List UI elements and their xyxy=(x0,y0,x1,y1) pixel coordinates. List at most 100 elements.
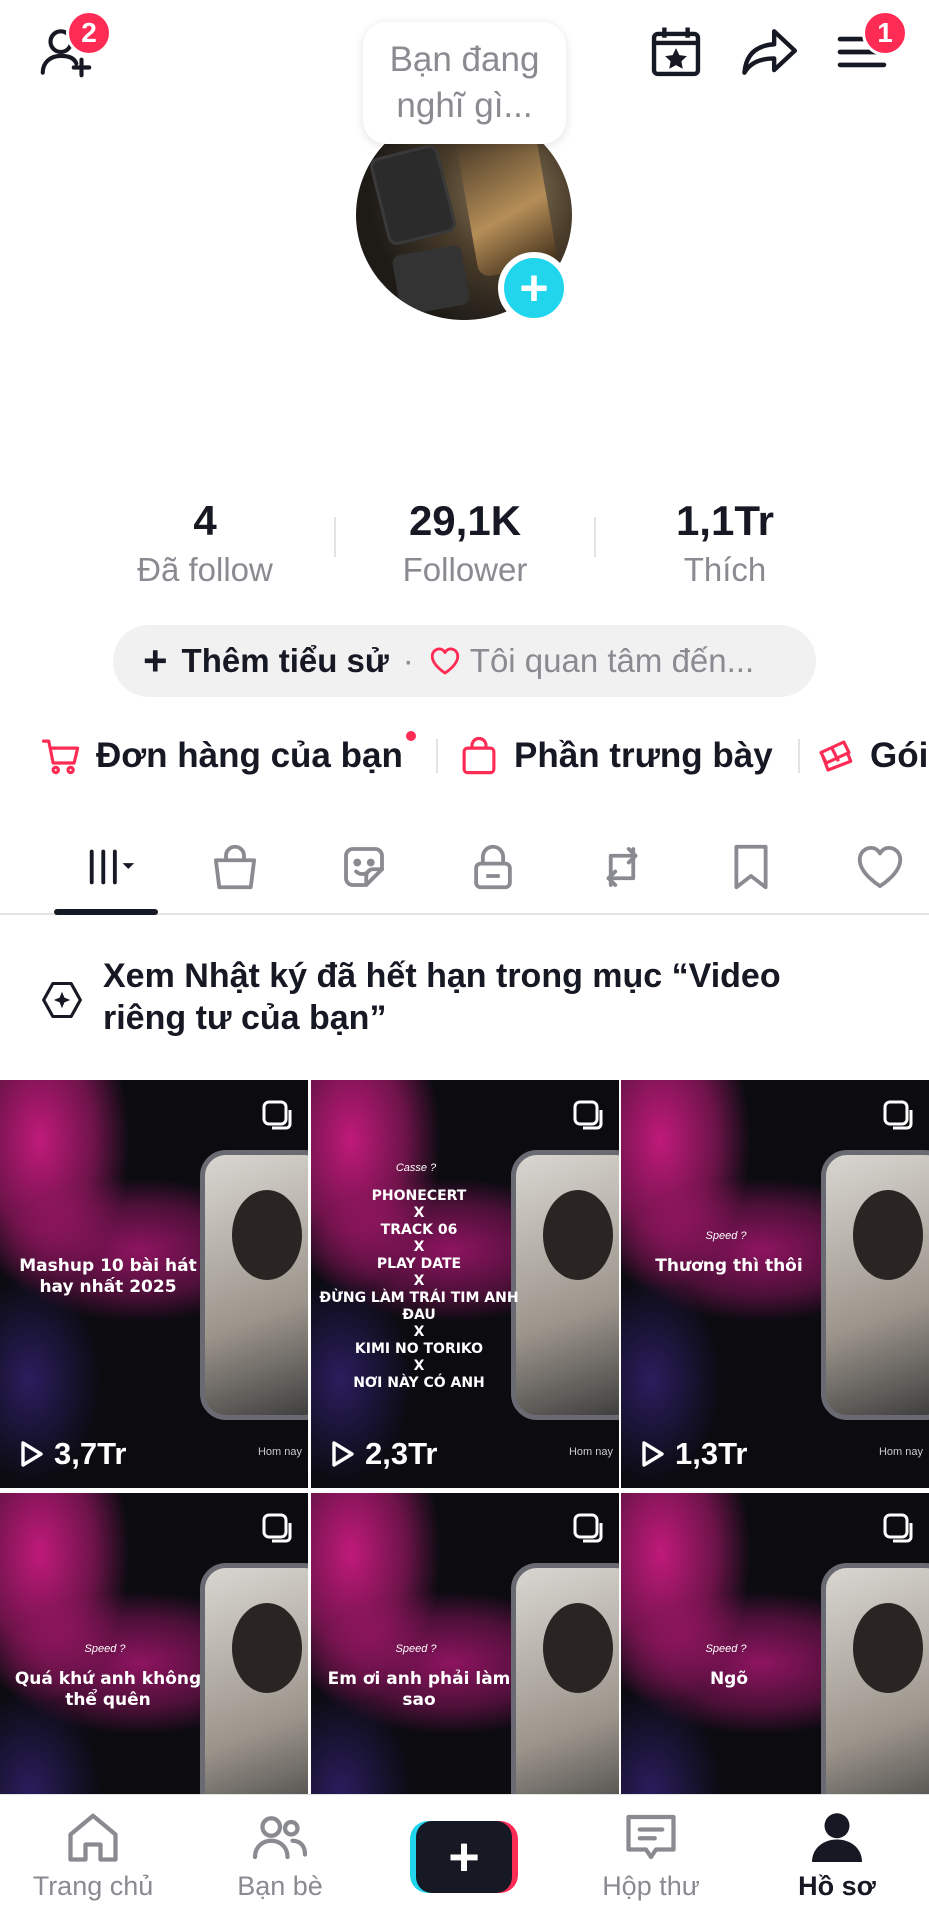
shortcut-showcase[interactable]: Phần trưng bày xyxy=(458,725,773,787)
tab-shop[interactable] xyxy=(195,832,275,902)
home-icon xyxy=(68,1813,118,1862)
view-count-value: 3,7Tr xyxy=(54,1436,127,1471)
multi-clip-icon xyxy=(573,1513,603,1543)
cart-icon xyxy=(41,739,80,775)
interest-label[interactable]: Tôi quan tâm đến... xyxy=(470,642,754,680)
bio-separator: · xyxy=(402,642,414,679)
shortcut-label: Phần trưng bày xyxy=(514,736,773,775)
create-button[interactable]: + xyxy=(410,1821,518,1893)
video-tile[interactable]: Speed ? Ngõ xyxy=(621,1493,929,1794)
video-tile[interactable]: Casse ? PHONECERT X TRACK 06 X PLAY DATE… xyxy=(311,1080,619,1488)
notice-text: Xem Nhật ký đã hết hạn trong mục “Video … xyxy=(103,957,781,1037)
nav-friends[interactable]: Bạn bè xyxy=(195,1803,365,1913)
video-thumbnail-photo xyxy=(543,1603,613,1693)
tab-favorites[interactable] xyxy=(711,832,791,902)
sparkle-diary-icon xyxy=(42,981,82,1019)
bio-pill[interactable]: + Thêm tiểu sử · Tôi quan tâm đến... xyxy=(113,625,816,697)
gift-icon xyxy=(819,740,853,772)
add-friends-badge: 2 xyxy=(66,10,112,56)
stat-value: 29,1K xyxy=(408,497,522,544)
video-thumbnail-photo xyxy=(200,1150,308,1420)
shortcut-divider xyxy=(798,739,800,773)
create-icon: + xyxy=(416,1821,512,1893)
video-tile[interactable]: Speed ? Thương thì thôi 1,3Tr Hom nay xyxy=(621,1080,929,1488)
multi-clip-icon xyxy=(883,1100,913,1130)
thought-bubble[interactable]: Bạn đang nghĩ gì... xyxy=(363,22,566,144)
heart-icon xyxy=(857,845,903,889)
nav-label: Bạn bè xyxy=(237,1871,323,1901)
multi-clip-icon xyxy=(573,1100,603,1130)
nav-label: Trang chủ xyxy=(32,1871,154,1901)
video-thumbnail-photo xyxy=(543,1190,613,1280)
lock-icon xyxy=(474,844,512,890)
tab-videos[interactable] xyxy=(66,832,156,902)
tab-reposts[interactable] xyxy=(582,832,662,902)
video-grid: Mashup 10 bài hát hay nhất 2025 3,7Tr Ho… xyxy=(0,1080,929,1794)
shortcut-label: Đơn hàng của bạn xyxy=(96,736,403,775)
view-count-value: 2,3Tr xyxy=(365,1436,438,1471)
stat-followers[interactable]: 29,1K Follower xyxy=(335,495,595,591)
video-speed-label: Speed ? xyxy=(705,1643,747,1655)
view-count: 3,7Tr xyxy=(16,1436,126,1472)
sticker-icon xyxy=(344,847,384,887)
play-icon xyxy=(642,1441,664,1467)
calendar-star-icon xyxy=(651,27,701,77)
nav-label: Hồ sơ xyxy=(798,1871,876,1901)
avatar-photo-detail xyxy=(391,244,471,316)
video-caption: Ngõ xyxy=(709,1669,749,1689)
nav-inbox[interactable]: Hộp thư xyxy=(566,1803,736,1913)
view-count-value: 1,3Tr xyxy=(675,1436,748,1471)
nav-label: Hộp thư xyxy=(602,1871,700,1901)
add-friends-button[interactable]: 2 xyxy=(30,10,112,88)
video-thumbnail-photo xyxy=(511,1150,619,1420)
share-button[interactable] xyxy=(733,16,805,88)
video-thumbnail-photo xyxy=(232,1190,302,1280)
multi-clip-icon xyxy=(883,1513,913,1543)
video-thumbnail-photo xyxy=(853,1190,923,1280)
shortcut-orders[interactable]: Đơn hàng của bạn xyxy=(40,725,403,787)
stat-value: 1,1Tr xyxy=(675,497,775,544)
plus-icon: + xyxy=(143,637,168,684)
tab-stickers[interactable] xyxy=(324,832,404,902)
menu-button[interactable]: 1 xyxy=(826,10,908,88)
share-arrow-icon xyxy=(742,29,798,75)
nav-home[interactable]: Trang chủ xyxy=(8,1803,178,1913)
video-speed-label: Casse ? xyxy=(395,1162,437,1174)
video-corner-text: Hom nay xyxy=(257,1446,302,1458)
stat-label: Đã follow xyxy=(137,551,273,588)
tab-liked[interactable] xyxy=(840,832,920,902)
video-tile[interactable]: Speed ? Quá khứ anh không thể quên xyxy=(0,1493,308,1794)
add-bio-label[interactable]: Thêm tiểu sử xyxy=(182,642,389,680)
stat-likes[interactable]: 1,1Tr Thích xyxy=(595,495,855,591)
repost-icon xyxy=(606,847,638,887)
shortcut-package[interactable]: Gói xyxy=(814,725,928,787)
video-tile[interactable]: Mashup 10 bài hát hay nhất 2025 3,7Tr Ho… xyxy=(0,1080,308,1488)
menu-badge: 1 xyxy=(862,10,908,56)
video-speed-label: Speed ? xyxy=(84,1643,126,1655)
play-icon xyxy=(332,1441,354,1467)
video-corner-text: Hom nay xyxy=(878,1446,923,1458)
tab-private[interactable] xyxy=(453,832,533,902)
bottom-navigation: Trang chủ Bạn bè + Hộp thư Hồ sơ xyxy=(0,1794,929,1920)
video-speed-label: Speed ? xyxy=(705,1230,747,1242)
calendar-button[interactable] xyxy=(640,16,712,88)
multi-clip-icon xyxy=(262,1513,292,1543)
shortcut-divider xyxy=(436,739,438,773)
shop-bag-icon xyxy=(213,844,257,890)
profile-icon xyxy=(812,1813,862,1862)
play-icon xyxy=(21,1441,43,1467)
video-tile[interactable]: Speed ? Em ơi anh phải làm sao xyxy=(311,1493,619,1794)
video-thumbnail-photo xyxy=(232,1603,302,1693)
expired-diary-notice[interactable]: Xem Nhật ký đã hết hạn trong mục “Video … xyxy=(0,915,929,1920)
shortcuts-row: Đơn hàng của bạn Phần trưng bày Gói xyxy=(0,725,929,787)
avatar-photo-detail xyxy=(368,142,458,248)
view-count: 2,3Tr xyxy=(327,1436,437,1472)
video-speed-label: Speed ? xyxy=(395,1643,437,1655)
nav-profile[interactable]: Hồ sơ xyxy=(752,1803,922,1913)
stat-label: Follower xyxy=(402,551,528,588)
video-caption: Mashup 10 bài hát hay nhất 2025 xyxy=(19,1256,197,1297)
video-thumbnail-photo xyxy=(821,1150,929,1420)
add-avatar-button[interactable]: + xyxy=(498,252,570,324)
video-corner-text: Hom nay xyxy=(568,1446,613,1458)
stat-following[interactable]: 4 Đã follow xyxy=(75,495,335,591)
